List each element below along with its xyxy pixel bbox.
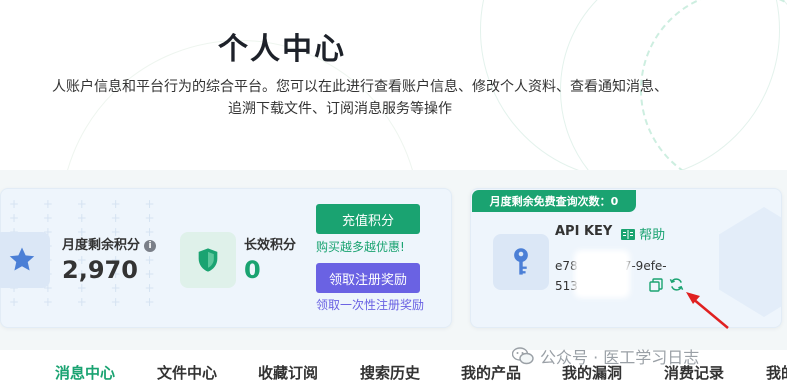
tab-files[interactable]: 文件中心 [157,362,217,383]
api-key-title: API KEY [555,224,613,239]
help-link[interactable]: 帮助 [621,224,665,243]
watermark: 公众号 · 医工学习日志 [512,342,772,370]
monthly-points-label-text: 月度剩余积分 [62,238,141,253]
page-description: 人账户信息和平台行为的综合平台。您可以在此进行查看账户信息、修改个人资料、查看通… [0,76,720,120]
page-description-line: 追溯下载文件、订阅消息服务等操作 [228,101,452,117]
tab-messages[interactable]: 消息中心 [55,362,115,383]
long-points-label: 长效积分 [244,238,297,253]
wechat-icon [512,347,534,365]
redaction-blur [578,254,626,294]
hero-banner: 个人中心 人账户信息和平台行为的综合平台。您可以在此进行查看账户信息、修改个人资… [0,0,787,170]
monthly-points-value: 2,970 [62,256,138,284]
page-title: 个人中心 [218,32,346,67]
tab-search-history[interactable]: 搜索历史 [360,362,420,383]
claim-reward-button[interactable]: 领取注册奖励 [316,263,420,293]
page-description-line: 人账户信息和平台行为的综合平台。您可以在此进行查看账户信息、修改个人资料、查看通… [52,79,668,95]
recharge-note[interactable]: 购买越多越优惠! [316,238,405,255]
star-icon [0,232,50,288]
copy-icon[interactable] [649,277,663,296]
recharge-button[interactable]: 充值积分 [316,204,420,234]
long-points-value: 0 [244,256,261,284]
help-label: 帮助 [639,228,666,243]
monthly-points-label: 月度剩余积分 i [62,234,157,253]
book-icon [621,229,635,240]
shield-icon [180,232,236,288]
key-icon [493,234,549,290]
watermark-text: 公众号 · 医工学习日志 [540,348,700,367]
refresh-icon[interactable] [669,277,684,296]
claim-reward-note[interactable]: 领取一次性注册奖励 [316,296,424,313]
info-icon[interactable]: i [144,239,157,252]
tab-favorites[interactable]: 收藏订阅 [258,362,318,383]
quota-badge: 月度剩余免费查询次数：0 [472,190,636,212]
